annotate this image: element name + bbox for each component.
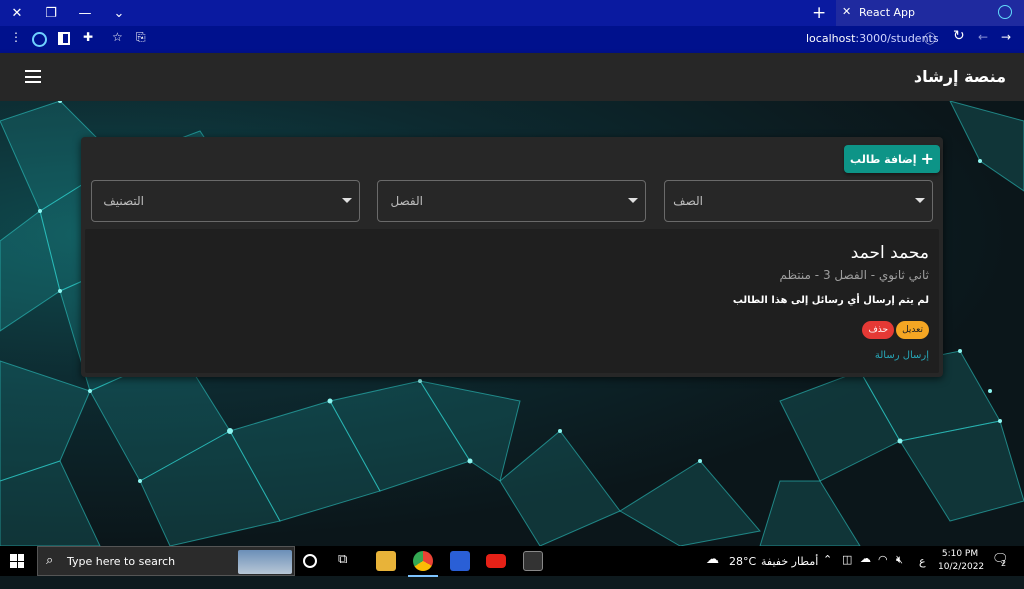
chevron-down-icon [342,198,352,203]
new-tab-plus-icon[interactable]: + [812,3,826,23]
profile-icon[interactable] [32,32,47,47]
browser-tab[interactable]: ✕ React App [836,0,1024,26]
app-header: منصة إرشاد [0,53,1024,101]
weather-cloud-icon[interactable]: ☁ [706,552,719,582]
plus-icon: + [920,149,934,168]
clock-date: 10/2/2022 [938,562,985,572]
forward-arrow-icon[interactable]: → [1001,30,1011,44]
send-message-link[interactable]: إرسال رسالة [875,350,929,361]
terminal-icon[interactable] [523,551,543,571]
network-icon[interactable]: ◠ [878,553,888,583]
category-select-label: التصنيف [103,194,144,208]
input-language[interactable]: ع [919,555,926,585]
file-explorer-icon[interactable] [376,551,396,571]
windows-taskbar: ⌕ Type here to search ⧉ ☁ 28°C أمطار خفي… [0,546,1024,577]
student-message-status: لم يتم إرسال أي رسائل إلى هذا الطالب [732,295,929,306]
weather-text: أمطار خفيفة [761,555,819,568]
sidebar-icon[interactable] [58,32,70,45]
add-student-button[interactable]: + إضافة طالب [844,145,940,173]
cortana-icon[interactable] [303,554,317,568]
grade-select-label: الصف [673,194,703,208]
chevron-down-icon [628,198,638,203]
url-field[interactable]: localhost:3000/students [806,32,939,45]
tab-close-icon[interactable]: ✕ [842,5,851,18]
meet-now-icon[interactable]: ◫ [842,553,852,583]
site-info-icon[interactable]: ⓘ [924,30,936,47]
onedrive-icon[interactable]: ☁ [860,552,871,582]
hamburger-menu-icon[interactable] [25,70,41,83]
youtube-icon[interactable] [486,554,506,568]
chrome-icon[interactable] [408,551,438,577]
student-actions: تعديل حذف [862,321,929,339]
grade-select[interactable]: الصف [664,180,933,222]
student-name: محمد احمد [850,243,929,263]
extensions-icon[interactable]: ✚ [83,30,93,44]
url-host: localhost [806,32,856,45]
delete-student-button[interactable]: حذف [862,321,895,339]
restore-window-icon[interactable]: ❐ [34,0,68,26]
edit-student-button[interactable]: تعديل [896,321,929,339]
taskbar-search-box[interactable]: ⌕ Type here to search [37,546,295,576]
close-window-icon[interactable]: ✕ [0,0,34,26]
student-card: محمد احمد ثاني ثانوي - الفصل 3 - منتظم ل… [85,229,939,373]
taskbar-search-placeholder: Type here to search [67,555,176,568]
tab-title: React App [859,6,916,19]
volume-muted-icon[interactable]: 🔇︎ [896,553,903,583]
class-select[interactable]: الفصل [377,180,646,222]
browser-address-bar: ⋮ ✚ ☆ ⎘ localhost:3000/students ⓘ ↻ ← → [0,26,1024,53]
bookmark-star-icon[interactable]: ☆ [112,30,123,44]
notifications-count: 2 [1001,559,1007,568]
category-select[interactable]: التصنيف [91,180,360,222]
back-arrow-icon[interactable]: ← [978,30,988,44]
taskbar-clock[interactable]: 5:10 PM 10/2/2022 [938,548,985,574]
reload-icon[interactable]: ↻ [953,28,965,44]
app-title: منصة إرشاد [913,67,1006,86]
weather-temp: 28°C [729,555,757,568]
windows-start-icon[interactable] [10,554,24,568]
chevron-down-icon [915,198,925,203]
add-student-label: إضافة طالب [850,152,917,166]
tab-list-chevron-icon[interactable]: ⌄ [102,0,136,26]
react-favicon-icon [998,5,1012,19]
show-hidden-icons-icon[interactable]: ⌃ [823,553,832,583]
search-icon: ⌕ [46,553,54,568]
share-icon[interactable]: ⎘ [136,30,146,45]
task-view-icon[interactable]: ⧉ [338,552,358,572]
browser-title-bar: ✕ ❐ — ⌄ + ✕ React App [0,0,1024,26]
search-highlight-image [238,550,292,574]
class-select-label: الفصل [390,194,423,208]
minimize-window-icon[interactable]: — [68,0,102,26]
clock-time: 5:10 PM [941,549,979,559]
solitaire-icon[interactable] [450,551,470,571]
student-meta: ثاني ثانوي - الفصل 3 - منتظم [779,268,929,282]
students-panel: + إضافة طالب الصف الفصل التصنيف محمد احم… [81,137,943,377]
kebab-menu-icon[interactable]: ⋮ [10,30,22,44]
